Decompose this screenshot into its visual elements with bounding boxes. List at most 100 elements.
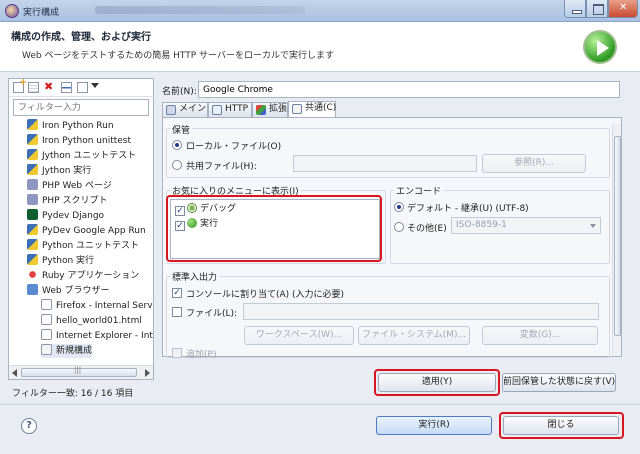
http-tab-icon	[212, 105, 222, 115]
extension-tab-icon	[256, 105, 266, 115]
tree-item[interactable]: Iron Python Run	[27, 119, 114, 133]
minimize-button[interactable]	[564, 0, 586, 18]
tree-item[interactable]: hello_world01.html	[41, 314, 142, 328]
io-group-title: 標準入出力	[170, 270, 220, 283]
tab-common[interactable]: 共通(C)	[288, 101, 336, 118]
encoding-default-label: デフォルト - 継承(U) (UTF-8)	[407, 204, 529, 214]
ruby-icon	[27, 269, 38, 280]
tree-item[interactable]: Ruby アプリケーション	[27, 269, 139, 283]
dialog-description: Web ページをテストするための簡易 HTTP サーバーをローカルで実行します	[22, 51, 334, 61]
variables-button[interactable]: 変数(G)...	[482, 326, 598, 345]
app-icon	[5, 4, 19, 18]
file-label: ファイル(L):	[186, 309, 238, 319]
tree-toolbar: ✖	[9, 77, 153, 97]
tree-item[interactable]: Python ユニットテスト	[27, 239, 139, 253]
dialog-title: 構成の作成、管理、および実行	[11, 32, 151, 43]
document-icon	[41, 299, 52, 310]
revert-button[interactable]: 前回保管した状態に戻す(V)	[502, 373, 616, 392]
append-checkbox[interactable]	[172, 348, 182, 358]
output-file-field[interactable]	[243, 303, 599, 320]
tree-item[interactable]: Internet Explorer - Int	[41, 329, 153, 343]
shared-file-label: 共用ファイル(H):	[186, 162, 257, 172]
main-tab-icon	[166, 105, 176, 115]
tab-http[interactable]: HTTP	[208, 102, 252, 117]
filter-icon[interactable]	[77, 82, 88, 93]
console-checkbox[interactable]: ✓	[172, 288, 182, 298]
tree-item[interactable]: Jython ユニットテスト	[27, 149, 136, 163]
tree-item[interactable]: Jython 実行	[27, 164, 91, 178]
new-config-icon	[41, 344, 52, 355]
apply-highlight	[374, 369, 500, 396]
append-label: 追加(P)	[186, 350, 217, 360]
tab-main[interactable]: メイン	[162, 102, 208, 117]
duplicate-icon[interactable]	[28, 82, 39, 93]
encoding-default-radio[interactable]	[394, 202, 404, 212]
shared-file-field[interactable]	[293, 155, 477, 172]
tree-item[interactable]: Pydev Django	[27, 209, 104, 223]
web-icon	[27, 284, 38, 295]
php-icon	[27, 194, 38, 205]
python-icon	[27, 134, 38, 145]
scroll-right-arrow-icon[interactable]	[145, 369, 150, 377]
tab-extension[interactable]: 拡張	[252, 102, 288, 117]
name-field[interactable]	[198, 81, 620, 98]
config-tree: Iron Python Run Iron Python unittest Jyt…	[9, 119, 153, 365]
tree-item[interactable]: PyDev Google App Run	[27, 224, 146, 238]
scroll-thumb[interactable]	[614, 136, 621, 336]
python-icon	[27, 149, 38, 160]
workspace-button[interactable]: ワークスペース(W)...	[244, 326, 354, 345]
browse-button[interactable]: 参照(R)...	[482, 154, 586, 173]
tree-item[interactable]: PHP Web ページ	[27, 179, 112, 193]
console-label: コンソールに割り当て(A) (入力に必要)	[186, 290, 345, 300]
document-icon	[41, 314, 52, 325]
encoding-other-radio[interactable]	[394, 222, 404, 232]
new-config-icon[interactable]	[13, 77, 27, 93]
tree-item[interactable]: Python 実行	[27, 254, 94, 268]
shared-file-radio[interactable]	[172, 160, 182, 170]
close-window-button[interactable]	[608, 0, 638, 18]
chevron-down-icon[interactable]	[91, 83, 99, 88]
common-tab-icon	[292, 104, 302, 114]
save-group-title: 保管	[170, 123, 193, 136]
filesystem-button[interactable]: ファイル・システム(M)...	[358, 326, 470, 345]
run-button[interactable]: 実行(R)	[376, 416, 492, 435]
window-title: 実行構成	[23, 8, 60, 18]
python-icon	[27, 224, 38, 235]
local-file-label: ローカル・ファイル(O)	[186, 142, 282, 152]
vertical-scrollbar[interactable]	[612, 124, 621, 355]
python-icon	[27, 119, 38, 130]
encoding-other-label: その他(E)	[407, 224, 447, 234]
python-icon	[27, 164, 38, 175]
php-icon	[27, 179, 38, 190]
close-highlight	[499, 412, 624, 439]
encoding-select[interactable]: ISO-8859-1	[451, 217, 601, 234]
delete-icon[interactable]: ✖	[44, 80, 55, 93]
run-icon	[583, 30, 617, 64]
tree-item-selected[interactable]: 新規構成	[41, 344, 93, 358]
scroll-left-arrow-icon[interactable]	[12, 369, 17, 377]
name-label: 名前(N):	[162, 87, 197, 97]
config-tree-pane: ✖ Iron Python Run Iron Python unittest J…	[8, 77, 154, 380]
tree-item[interactable]: Firefox - Internal Serv	[41, 299, 153, 313]
document-icon	[41, 329, 52, 340]
maximize-button[interactable]	[586, 0, 608, 18]
title-bar: 実行構成	[0, 0, 640, 22]
filter-input[interactable]	[13, 99, 149, 116]
horizontal-scrollbar[interactable]	[9, 365, 153, 379]
python-icon	[27, 239, 38, 250]
favorites-highlight	[166, 195, 382, 262]
footer-divider	[0, 404, 640, 405]
encoding-group-title: エンコード	[394, 184, 444, 197]
collapse-all-icon[interactable]	[61, 82, 72, 93]
blurred-title-text	[95, 6, 305, 14]
help-icon[interactable]: ?	[21, 418, 37, 434]
tree-item[interactable]: Web ブラウザー	[27, 284, 109, 298]
python-icon	[27, 254, 38, 265]
tree-item[interactable]: Iron Python unittest	[27, 134, 131, 148]
scroll-thumb[interactable]	[21, 366, 137, 377]
local-file-radio[interactable]	[172, 140, 182, 150]
tree-item[interactable]: PHP スクリプト	[27, 194, 107, 208]
file-checkbox[interactable]	[172, 307, 182, 317]
filter-status: フィルター一致: 16 / 16 項目	[12, 389, 134, 399]
django-icon	[27, 209, 38, 220]
